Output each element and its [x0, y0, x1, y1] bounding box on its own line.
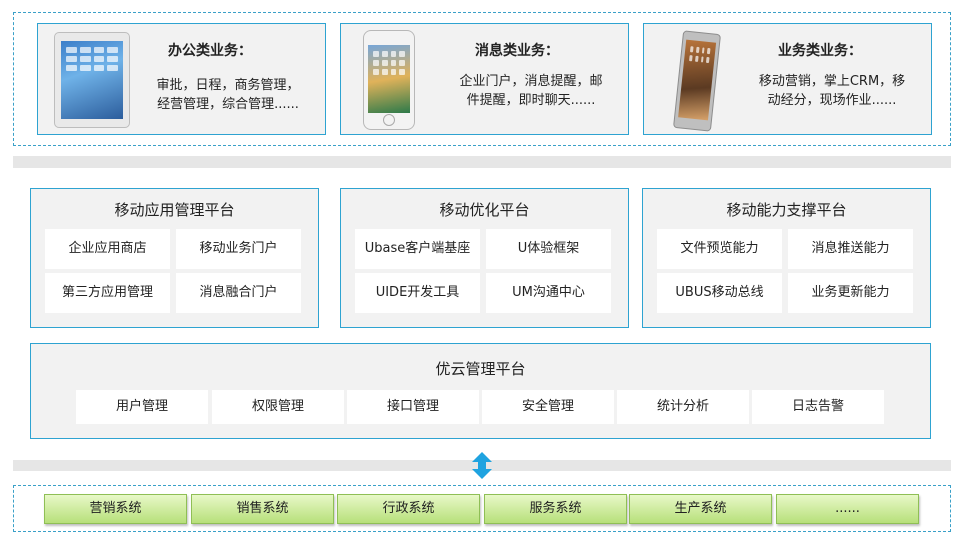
platform-title: 移动应用管理平台: [114, 201, 235, 219]
business-desc-line: 经营管理，综合管理......: [157, 97, 299, 112]
bidirectional-arrow-icon: [472, 452, 492, 479]
platform-item: U体验框架: [486, 229, 611, 269]
platform-item: 移动业务门户: [176, 229, 301, 269]
cloud-item: 用户管理: [76, 390, 208, 424]
platform-item: UM沟通中心: [486, 273, 611, 313]
platform-item: UIDE开发工具: [355, 273, 480, 313]
business-desc-line: 企业门户，消息提醒，邮: [459, 74, 603, 89]
platform-title: 优云管理平台: [435, 360, 526, 378]
business-title: 业务类业务：: [778, 43, 862, 59]
platform-item: 文件预览能力: [657, 229, 782, 269]
message-business-card: 消息类业务： 企业门户，消息提醒，邮 件提醒，即时聊天......: [340, 23, 629, 135]
tablet-icon: [54, 32, 130, 128]
business-description: 审批，日程，商务管理， 经营管理，综合管理......: [138, 76, 318, 114]
cloud-item: 安全管理: [482, 390, 614, 424]
business-desc-line: 动经分，现场作业......: [767, 93, 897, 108]
office-business-card: 办公类业务： 审批，日程，商务管理， 经营管理，综合管理......: [37, 23, 326, 135]
system-button: 营销系统: [44, 494, 187, 524]
service-business-card: 业务类业务： 移动营销，掌上CRM，移 动经分，现场作业......: [643, 23, 932, 135]
smartphone-icon: [363, 30, 415, 130]
business-desc-line: 移动营销，掌上CRM，移: [758, 74, 906, 89]
platform-item: 消息融合门户: [176, 273, 301, 313]
cloud-item: 接口管理: [347, 390, 479, 424]
system-button: 销售系统: [191, 494, 334, 524]
platform-item: Ubase客户端基座: [355, 229, 480, 269]
business-description: 企业门户，消息提醒，邮 件提醒，即时聊天......: [439, 72, 623, 110]
system-button: 行政系统: [337, 494, 480, 524]
business-title: 消息类业务：: [475, 43, 559, 59]
cloud-item: 日志告警: [752, 390, 884, 424]
mobile-optimization-platform: 移动优化平台 Ubase客户端基座 U体验框架 UIDE开发工具 UM沟通中心: [340, 188, 629, 328]
platform-item: 第三方应用管理: [45, 273, 170, 313]
business-desc-line: 件提醒，即时聊天......: [466, 93, 596, 108]
systems-region: 营销系统 销售系统 行政系统 服务系统 生产系统 ......: [13, 485, 951, 532]
platform-title: 移动能力支撑平台: [726, 201, 847, 219]
cloud-item: 统计分析: [617, 390, 749, 424]
system-button: ......: [776, 494, 919, 524]
business-description: 移动营销，掌上CRM，移 动经分，现场作业......: [742, 72, 922, 110]
system-button: 生产系统: [629, 494, 772, 524]
android-phone-icon: [672, 30, 722, 132]
business-title: 办公类业务：: [168, 43, 252, 59]
separator-bar: [13, 156, 951, 168]
business-region: 办公类业务： 审批，日程，商务管理， 经营管理，综合管理...... 消息类业务…: [13, 12, 951, 146]
platform-item: 企业应用商店: [45, 229, 170, 269]
mobile-capability-platform: 移动能力支撑平台 文件预览能力 消息推送能力 UBUS移动总线 业务更新能力: [642, 188, 931, 328]
platform-item: 业务更新能力: [788, 273, 913, 313]
platform-title: 移动优化平台: [439, 201, 530, 219]
system-button: 服务系统: [484, 494, 627, 524]
mobile-app-management-platform: 移动应用管理平台 企业应用商店 移动业务门户 第三方应用管理 消息融合门户: [30, 188, 319, 328]
cloud-item: 权限管理: [212, 390, 344, 424]
platform-item: 消息推送能力: [788, 229, 913, 269]
cloud-management-platform: 优云管理平台 用户管理 权限管理 接口管理 安全管理 统计分析 日志告警: [30, 343, 931, 439]
platform-item: UBUS移动总线: [657, 273, 782, 313]
business-desc-line: 审批，日程，商务管理，: [156, 78, 300, 93]
